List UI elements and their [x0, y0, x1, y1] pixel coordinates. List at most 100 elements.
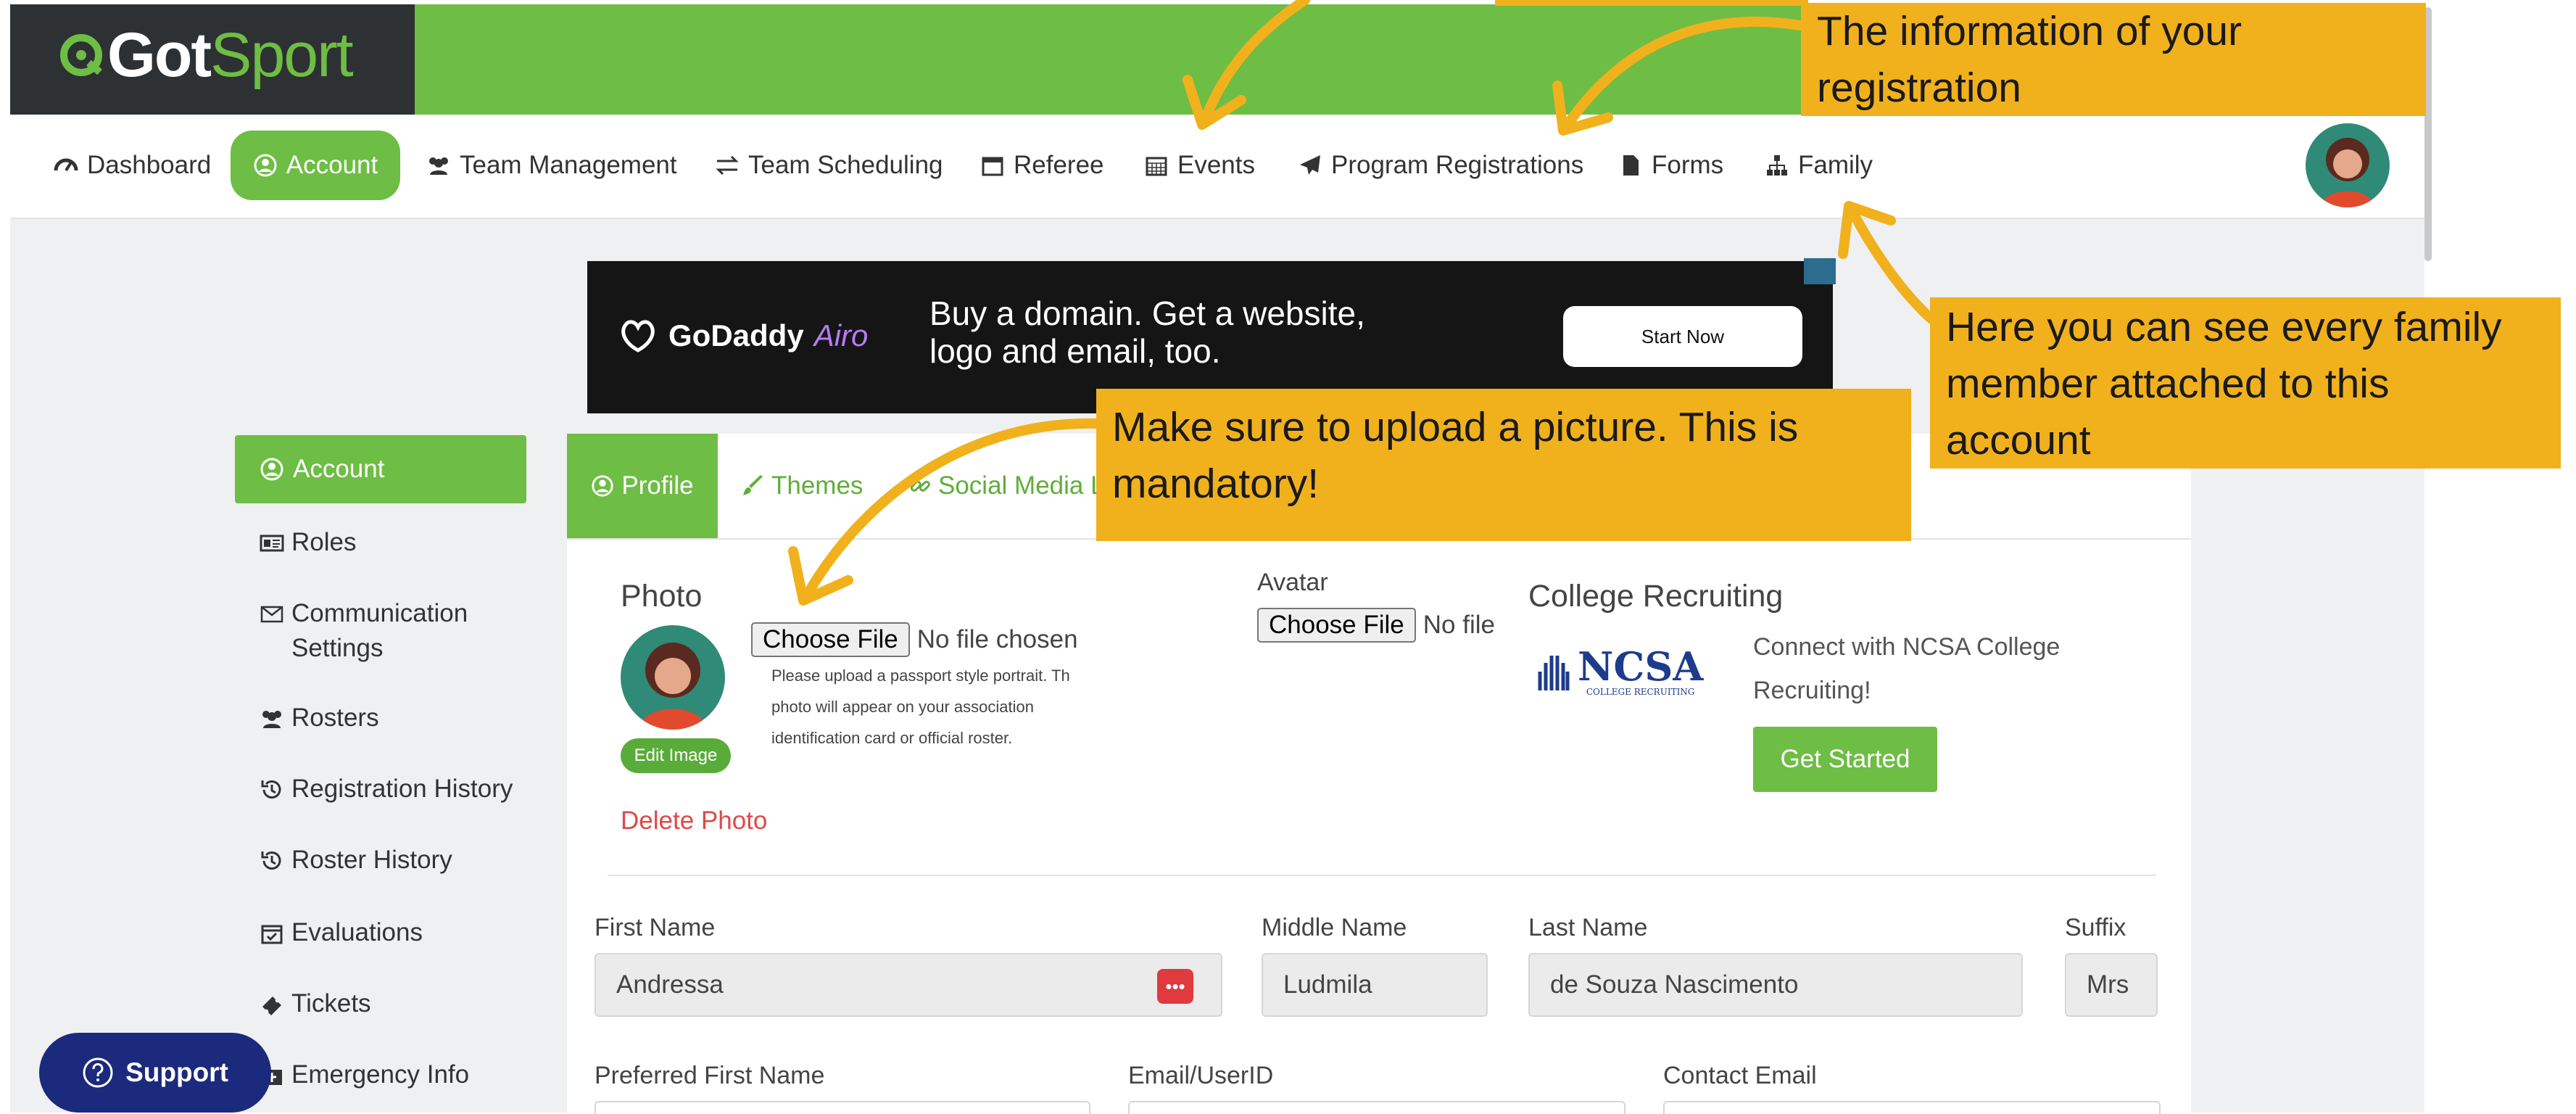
tab-social-media[interactable]: Social Media L: [909, 464, 1105, 508]
annotation-photo: Make sure to upload a picture. This is m…: [1096, 389, 1911, 541]
college-recruiting-title: College Recruiting: [1528, 579, 1784, 614]
nav-team-management[interactable]: Team Management: [426, 145, 677, 186]
tab-themes[interactable]: Themes: [742, 464, 863, 508]
calendar-grid-icon: [1146, 157, 1167, 176]
last-name-value: de Souza Nascimento: [1550, 970, 1799, 999]
middle-name-field[interactable]: Ludmila: [1262, 953, 1488, 1017]
nav-program-registrations-label: Program Registrations: [1331, 151, 1584, 179]
tab-themes-label: Themes: [771, 471, 864, 500]
nav-team-scheduling[interactable]: Team Scheduling: [715, 145, 943, 186]
delete-photo-link[interactable]: Delete Photo: [621, 806, 767, 836]
avatar-choose-file-button[interactable]: Choose File: [1257, 608, 1416, 643]
question-circle-icon: [83, 1057, 113, 1088]
nav-referee[interactable]: Referee: [980, 145, 1104, 186]
dashboard-icon: [54, 158, 78, 172]
photo-help-line: photo will appear on your association: [771, 698, 1035, 716]
link-icon: [910, 480, 930, 492]
sidebar-item-roles[interactable]: Roles: [260, 525, 356, 560]
ad-choices-icon[interactable]: [1804, 258, 1836, 284]
contact-email-label: Contact Email: [1663, 1062, 1817, 1089]
nav-account[interactable]: Account: [231, 131, 400, 200]
nav-program-registrations[interactable]: Program Registrations: [1298, 145, 1583, 186]
tab-social-media-label: Social Media L: [938, 471, 1105, 500]
users-icon: [262, 711, 281, 728]
id-card-icon: [260, 535, 284, 552]
photo-file-input[interactable]: Choose File No file chosen: [751, 622, 1078, 657]
file-icon: [1623, 155, 1639, 176]
nav-events[interactable]: Events: [1144, 145, 1255, 186]
godaddy-icon: [621, 320, 655, 352]
first-name-field[interactable]: Andressa •••: [595, 953, 1222, 1017]
user-circle-icon: [592, 475, 613, 497]
nav-events-label: Events: [1177, 151, 1255, 179]
user-circle-icon: [254, 154, 277, 177]
email-userid-field[interactable]: [1128, 1101, 1625, 1114]
suffix-field[interactable]: Mrs: [2065, 953, 2158, 1017]
ad-logo: GoDaddy Airo: [618, 310, 868, 361]
ad-start-now-button[interactable]: Start Now: [1563, 306, 1802, 367]
edit-image-button[interactable]: Edit Image: [621, 738, 731, 773]
ad-text: Buy a domain. Get a website, logo and em…: [929, 294, 1365, 370]
user-circle-icon: [260, 458, 283, 481]
calendar-check-icon: [261, 925, 283, 944]
profile-photo: [621, 625, 725, 730]
sidebar-item-account[interactable]: Account: [235, 435, 526, 503]
avatar-no-file-text: No file: [1422, 611, 1495, 639]
photo-label: Photo: [621, 579, 703, 614]
last-name-field[interactable]: de Souza Nascimento: [1528, 953, 2023, 1017]
sidebar-item-tickets[interactable]: Tickets: [260, 986, 371, 1021]
sidebar-item-roster-history[interactable]: Roster History: [260, 843, 452, 878]
nav-family[interactable]: Family: [1765, 145, 1873, 186]
users-icon: [429, 157, 448, 175]
first-name-label: First Name: [595, 914, 716, 941]
sidebar-item-label: Account: [293, 455, 385, 483]
annotation-strip: [1495, 0, 1808, 6]
middle-name-value: Ludmila: [1283, 970, 1372, 999]
contact-email-field[interactable]: [1663, 1101, 2161, 1114]
avatar-file-input[interactable]: Choose File No file: [1257, 608, 1495, 643]
password-manager-icon[interactable]: •••: [1157, 969, 1193, 1004]
get-started-button[interactable]: Get Started: [1753, 727, 1937, 792]
support-label: Support: [125, 1057, 228, 1087]
sidebar-item-label: Emergency Info: [291, 1060, 470, 1089]
nav-team-management-label: Team Management: [460, 151, 677, 179]
suffix-label: Suffix: [2065, 914, 2126, 941]
ticket-icon: [262, 997, 281, 1015]
preferred-first-name-field[interactable]: [595, 1101, 1090, 1114]
annotation-registration: The information of your registration: [1801, 3, 2426, 116]
gotsport-logo-icon: [60, 34, 102, 76]
history-icon: [261, 780, 281, 799]
middle-name-label: Middle Name: [1262, 914, 1407, 941]
photo-help-line: identification card or official roster.: [771, 729, 1013, 747]
email-userid-label: Email/UserID: [1128, 1062, 1274, 1089]
sidebar-item-label: Roster History: [291, 846, 452, 874]
choose-file-button[interactable]: Choose File: [751, 622, 910, 657]
ncsa-description: Connect with NCSA College Recruiting!: [1753, 633, 2061, 704]
sidebar-item-label: Communication Settings: [291, 599, 468, 662]
calendar-icon: [982, 157, 1003, 176]
photo-help-line: Please upload a passport style portrait.…: [771, 667, 1070, 685]
sidebar-item-label: Evaluations: [291, 918, 423, 946]
sidebar-item-rosters[interactable]: Rosters: [260, 701, 379, 735]
nav-dashboard-label: Dashboard: [87, 151, 212, 179]
nav-dashboard[interactable]: Dashboard: [54, 145, 211, 186]
nav-forms-label: Forms: [1652, 151, 1724, 179]
nav-forms[interactable]: Forms: [1618, 145, 1723, 186]
tab-profile[interactable]: Profile: [567, 434, 718, 538]
avatar-label: Avatar: [1257, 569, 1328, 596]
ncsa-logo: NCSA COLLEGE RECRUITING: [1537, 644, 1703, 699]
ad-brand: GoDaddy: [668, 318, 804, 352]
sidebar-item-emergency-info[interactable]: Emergency Info: [260, 1057, 469, 1092]
section-divider: [608, 875, 2156, 876]
sidebar-item-registration-history[interactable]: Registration History: [260, 772, 513, 806]
tab-profile-label: Profile: [621, 471, 694, 500]
nav-family-label: Family: [1798, 151, 1873, 179]
sidebar-item-label: Roles: [291, 528, 357, 556]
sidebar-item-communication-settings[interactable]: Communication Settings: [260, 596, 499, 666]
sidebar-item-label: Tickets: [291, 989, 371, 1018]
sidebar-item-evaluations[interactable]: Evaluations: [260, 915, 423, 950]
sidebar-item-label: Registration History: [291, 775, 513, 803]
support-button[interactable]: Support: [39, 1033, 271, 1113]
ncsa-columns-icon: [1538, 656, 1570, 690]
user-avatar[interactable]: [2306, 123, 2390, 207]
